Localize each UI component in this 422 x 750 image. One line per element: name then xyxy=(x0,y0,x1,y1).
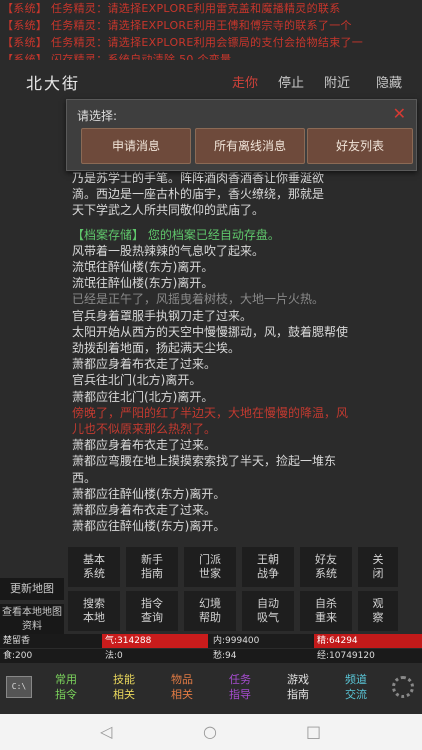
menu-newbie-guide[interactable]: 新手 指南 xyxy=(126,547,178,587)
exp-value: 经:10749120 xyxy=(317,651,375,661)
function-menu: 基本 系统 新手 指南 门派 世家 王朝 战争 好友 系统 关闭 搜索 本地 指令 查询 幻境… xyxy=(66,545,422,633)
recent-apps-icon[interactable]: □ xyxy=(306,722,321,741)
menu-close[interactable]: 关闭 xyxy=(358,547,398,587)
friend-list-button[interactable]: 好友列表 xyxy=(307,128,413,164)
story-line xyxy=(72,219,412,227)
story-line: 流氓往醉仙楼(东方)离开。 xyxy=(72,276,214,291)
menu-search-local[interactable]: 搜索 本地 xyxy=(68,591,120,631)
game-guide-button[interactable]: 游戏 指南 xyxy=(276,672,320,702)
story-line: 萧都应往醉仙楼(东方)离开。 xyxy=(72,486,226,501)
story-line: 劲拨刮着地面，扬起满天尘埃。 xyxy=(72,341,241,356)
story-line: 萧都应往北门(北方)离开。 xyxy=(72,389,214,404)
story-line: 天下学武之人所共同敬仰的武庙了。 xyxy=(72,203,265,218)
back-icon[interactable]: ◁ xyxy=(100,722,112,741)
skills-button[interactable]: 技能 相关 xyxy=(102,672,146,702)
story-line: 萧都应身着布衣走了过来。 xyxy=(72,357,217,372)
story-line: 萧都应身着布衣走了过来。 xyxy=(72,438,217,453)
menu-friend-system[interactable]: 好友 系统 xyxy=(300,547,352,587)
story-line: 傍晚了，严阳的红了半边天，大地在慢慢的降温，风 xyxy=(72,405,349,420)
room-header: 北大街 走你 停止 附近 隐藏 xyxy=(0,66,422,96)
story-line: 流氓往醉仙楼(东方)离开。 xyxy=(72,260,214,275)
food-value: 食:200 xyxy=(3,651,33,661)
menu-dynasty-war[interactable]: 王朝 战争 xyxy=(242,547,294,587)
go-button[interactable]: 走你 xyxy=(232,72,258,91)
story-line: 官兵往北门(北方)离开。 xyxy=(72,373,202,388)
menu-command-query[interactable]: 指令 查询 xyxy=(126,591,178,631)
story-line: 风带着一股热辣辣的气息吹了起来。 xyxy=(72,243,265,258)
local-map-button[interactable]: 查看本地地图资料 xyxy=(0,604,64,634)
menu-sect[interactable]: 门派 世家 xyxy=(184,547,236,587)
story-line: 官兵身着罩服手执钢刀走了过来。 xyxy=(72,308,253,323)
jing-value: 精:64294 xyxy=(314,634,422,648)
menu-basic-system[interactable]: 基本 系统 xyxy=(68,547,120,587)
refresh-map-button[interactable]: 更新地图 xyxy=(0,578,64,600)
story-line: 儿也不似原来那么热烈了。 xyxy=(72,422,217,437)
hide-button[interactable]: 隐藏 xyxy=(376,72,402,91)
system-line: 【系统】 任务精灵：请选择EXPLORE利用雷克盖和魔播精灵的联系 xyxy=(2,2,341,15)
system-line: 【系统】 闪存精灵：系统自动清除 50 个变量。 xyxy=(2,53,243,60)
stat-bar-bottom: 食:200 法:0 愁:94 经:10749120 xyxy=(0,649,422,663)
neili-value: 内:999400 xyxy=(210,634,312,648)
story-line: 【档案存储】 您的档案已经自动存盘。 xyxy=(72,227,280,242)
menu-observe[interactable]: 观察 xyxy=(358,591,398,631)
system-line: 【系统】 任务精灵：请选择EXPLORE利用会镖局的支付会拾物结束了一 xyxy=(2,36,364,49)
home-icon[interactable]: ○ xyxy=(203,722,217,741)
system-line: 【系统】 任务精灵：请选择EXPLORE利用王傅和傅宗寺的联系了一个 xyxy=(2,19,352,32)
story-line: 乃是苏学士的手笔。阵阵酒肉香酒香让你垂涎欲 xyxy=(72,171,325,185)
story-line: 萧都应身着布衣走了过来。 xyxy=(72,503,217,518)
select-dialog: 请选择: ✕ 申请消息 所有离线消息 好友列表 xyxy=(66,99,417,171)
room-title: 北大街 xyxy=(26,74,81,93)
close-icon[interactable]: ✕ xyxy=(393,104,406,123)
fa-value: 法:0 xyxy=(105,651,123,661)
menu-suicide-restart[interactable]: 自杀 重来 xyxy=(300,591,352,631)
offline-messages-button[interactable]: 所有离线消息 xyxy=(195,128,305,164)
bottom-toolbar: C:\ 常用 指令 技能 相关 物品 相关 任务 指导 游戏 指南 频道 交流 xyxy=(0,664,422,714)
menu-auto-breathe[interactable]: 自动 吸气 xyxy=(242,591,294,631)
qi-value: 气:314288 xyxy=(102,634,208,648)
gear-icon[interactable] xyxy=(392,676,414,698)
story-line: 萧都应往醉仙楼(东方)离开。 xyxy=(72,519,226,534)
story-line: 西。 xyxy=(72,470,97,485)
story-line: 萧都应弯腰在地上摸摸索索找了半天，捡起一堆东 xyxy=(72,454,337,469)
items-button[interactable]: 物品 相关 xyxy=(160,672,204,702)
android-nav-bar: ◁ ○ □ xyxy=(0,714,422,750)
quest-guide-button[interactable]: 任务 指导 xyxy=(218,672,262,702)
menu-illusion-help[interactable]: 幻境 帮助 xyxy=(184,591,236,631)
character-name: 楚留香 xyxy=(0,634,100,648)
system-message-panel: 【系统】 任务精灵：请选择EXPLORE利用雷克盖和魔播精灵的联系 【系统】 任… xyxy=(0,0,422,60)
dialog-title: 请选择: xyxy=(77,109,118,123)
common-commands-button[interactable]: 常用 指令 xyxy=(44,672,88,702)
console-icon[interactable]: C:\ xyxy=(6,676,32,698)
nearby-button[interactable]: 附近 xyxy=(324,72,350,91)
stat-bar-top: 楚留香 气:314288 内:999400 精:64294 xyxy=(0,634,422,648)
request-message-button[interactable]: 申请消息 xyxy=(81,128,191,164)
chou-value: 愁:94 xyxy=(213,651,237,661)
story-line: 太阳开始从西方的天空中慢慢挪动，风，鼓着腮帮使 xyxy=(72,324,349,339)
stop-button[interactable]: 停止 xyxy=(278,72,304,91)
story-line: 已经是正午了，风摇曳着树枝，大地一片火热。 xyxy=(72,292,325,307)
story-log: 乃是苏学士的手笔。阵阵酒肉香酒香让你垂涎欲 滴。西边是一座古朴的庙宇，香火缭绕，那… xyxy=(72,170,412,534)
channel-chat-button[interactable]: 频道 交流 xyxy=(334,672,378,702)
story-line: 滴。西边是一座古朴的庙宇，香火缭绕，那就是 xyxy=(72,187,325,202)
